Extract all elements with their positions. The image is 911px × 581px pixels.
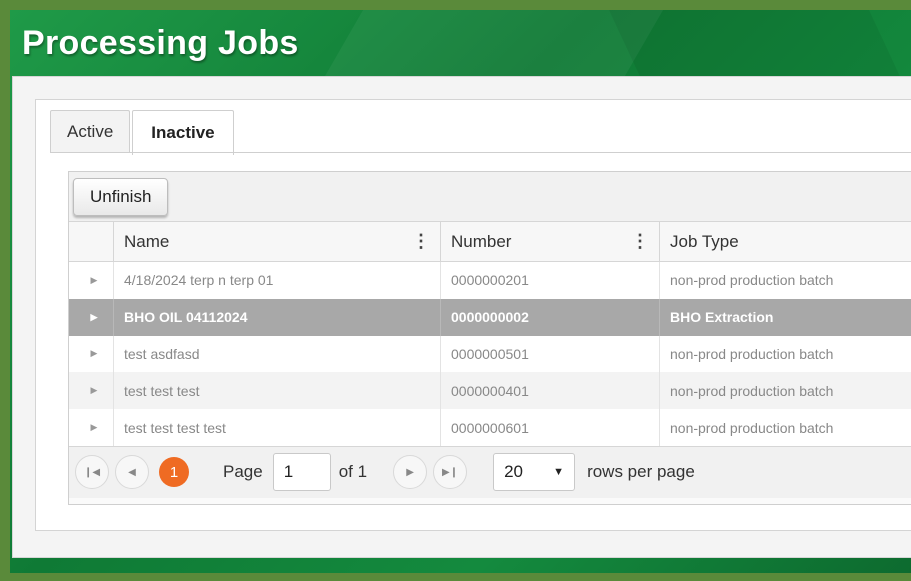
number-cell: 0000000201 — [440, 262, 659, 299]
rows-per-page-label: rows per page — [587, 462, 695, 482]
name-column-header[interactable]: Name ⋮ — [113, 222, 440, 261]
job-type-column-header[interactable]: Job Type — [659, 222, 911, 261]
expand-arrow-icon[interactable]: ▶ — [69, 336, 113, 373]
number-cell: 0000000401 — [440, 372, 659, 410]
number-column-label: Number — [451, 231, 512, 251]
column-menu-icon[interactable]: ⋮ — [631, 231, 649, 252]
expand-arrow-icon[interactable]: ▶ — [69, 262, 113, 299]
tab-active[interactable]: Active — [50, 110, 131, 153]
table-row[interactable]: ▶ test test test test 0000000601 non-pro… — [69, 409, 911, 446]
dropdown-caret-icon: ▼ — [553, 466, 565, 479]
expand-column-header — [69, 222, 113, 261]
rows-per-page-select[interactable]: 20 ▼ — [493, 453, 576, 492]
pager: ❙◀ ◀ 1 Page of 1 ▶ ▶❙ 20 ▼ rows per page — [69, 445, 911, 498]
name-column-label: Name — [124, 231, 170, 251]
tab-container: Active Inactive Unfinish Name ⋮ Number ⋮ — [35, 99, 911, 531]
name-cell: test asdfasd — [113, 335, 440, 373]
unfinish-button[interactable]: Unfinish — [73, 178, 169, 216]
content-panel: Active Inactive Unfinish Name ⋮ Number ⋮ — [12, 76, 911, 558]
job-type-cell: non-prod production batch — [659, 262, 911, 299]
tab-inactive[interactable]: Inactive — [132, 110, 234, 155]
number-column-header[interactable]: Number ⋮ — [440, 222, 659, 261]
table-row[interactable]: ▶ test asdfasd 0000000501 non-prod produ… — [69, 335, 911, 373]
tab-content: Unfinish Name ⋮ Number ⋮ Job Type ▶ 4/18… — [50, 152, 911, 522]
job-type-column-label: Job Type — [670, 231, 739, 251]
prev-page-icon[interactable]: ◀ — [115, 455, 149, 490]
grid-header: Name ⋮ Number ⋮ Job Type — [69, 222, 911, 262]
number-cell: 0000000601 — [440, 409, 659, 446]
expand-arrow-icon[interactable]: ▶ — [69, 409, 113, 446]
page-title: Processing Jobs — [22, 24, 299, 62]
column-menu-icon[interactable]: ⋮ — [412, 231, 430, 252]
expand-arrow-icon[interactable]: ▶ — [69, 299, 113, 336]
number-cell: 0000000002 — [440, 298, 659, 336]
tab-bar: Active Inactive — [50, 110, 236, 155]
page-input[interactable] — [272, 453, 331, 492]
table-row[interactable]: ▶ BHO OIL 04112024 0000000002 BHO Extrac… — [69, 298, 911, 336]
page-count: of 1 — [338, 462, 368, 482]
jobs-grid: Unfinish Name ⋮ Number ⋮ Job Type ▶ 4/18… — [68, 171, 911, 505]
current-page-badge[interactable]: 1 — [159, 457, 189, 488]
rows-per-page-value: 20 — [504, 462, 523, 482]
page-label: Page — [223, 462, 263, 482]
table-row[interactable]: ▶ test test test 0000000401 non-prod pro… — [69, 372, 911, 410]
name-cell: 4/18/2024 terp n terp 01 — [113, 262, 440, 299]
number-cell: 0000000501 — [440, 335, 659, 373]
name-cell: test test test — [113, 372, 440, 410]
next-page-icon[interactable]: ▶ — [393, 455, 428, 490]
expand-arrow-icon[interactable]: ▶ — [69, 372, 113, 409]
job-type-cell: non-prod production batch — [659, 335, 911, 373]
job-type-cell: BHO Extraction — [659, 298, 911, 336]
job-type-cell: non-prod production batch — [659, 372, 911, 410]
last-page-icon[interactable]: ▶❙ — [433, 455, 468, 490]
first-page-icon[interactable]: ❙◀ — [75, 455, 109, 490]
grid-toolbar: Unfinish — [69, 172, 911, 222]
job-type-cell: non-prod production batch — [659, 409, 911, 446]
name-cell: BHO OIL 04112024 — [113, 298, 440, 336]
table-row[interactable]: ▶ 4/18/2024 terp n terp 01 0000000201 no… — [69, 262, 911, 299]
name-cell: test test test test — [113, 409, 440, 446]
